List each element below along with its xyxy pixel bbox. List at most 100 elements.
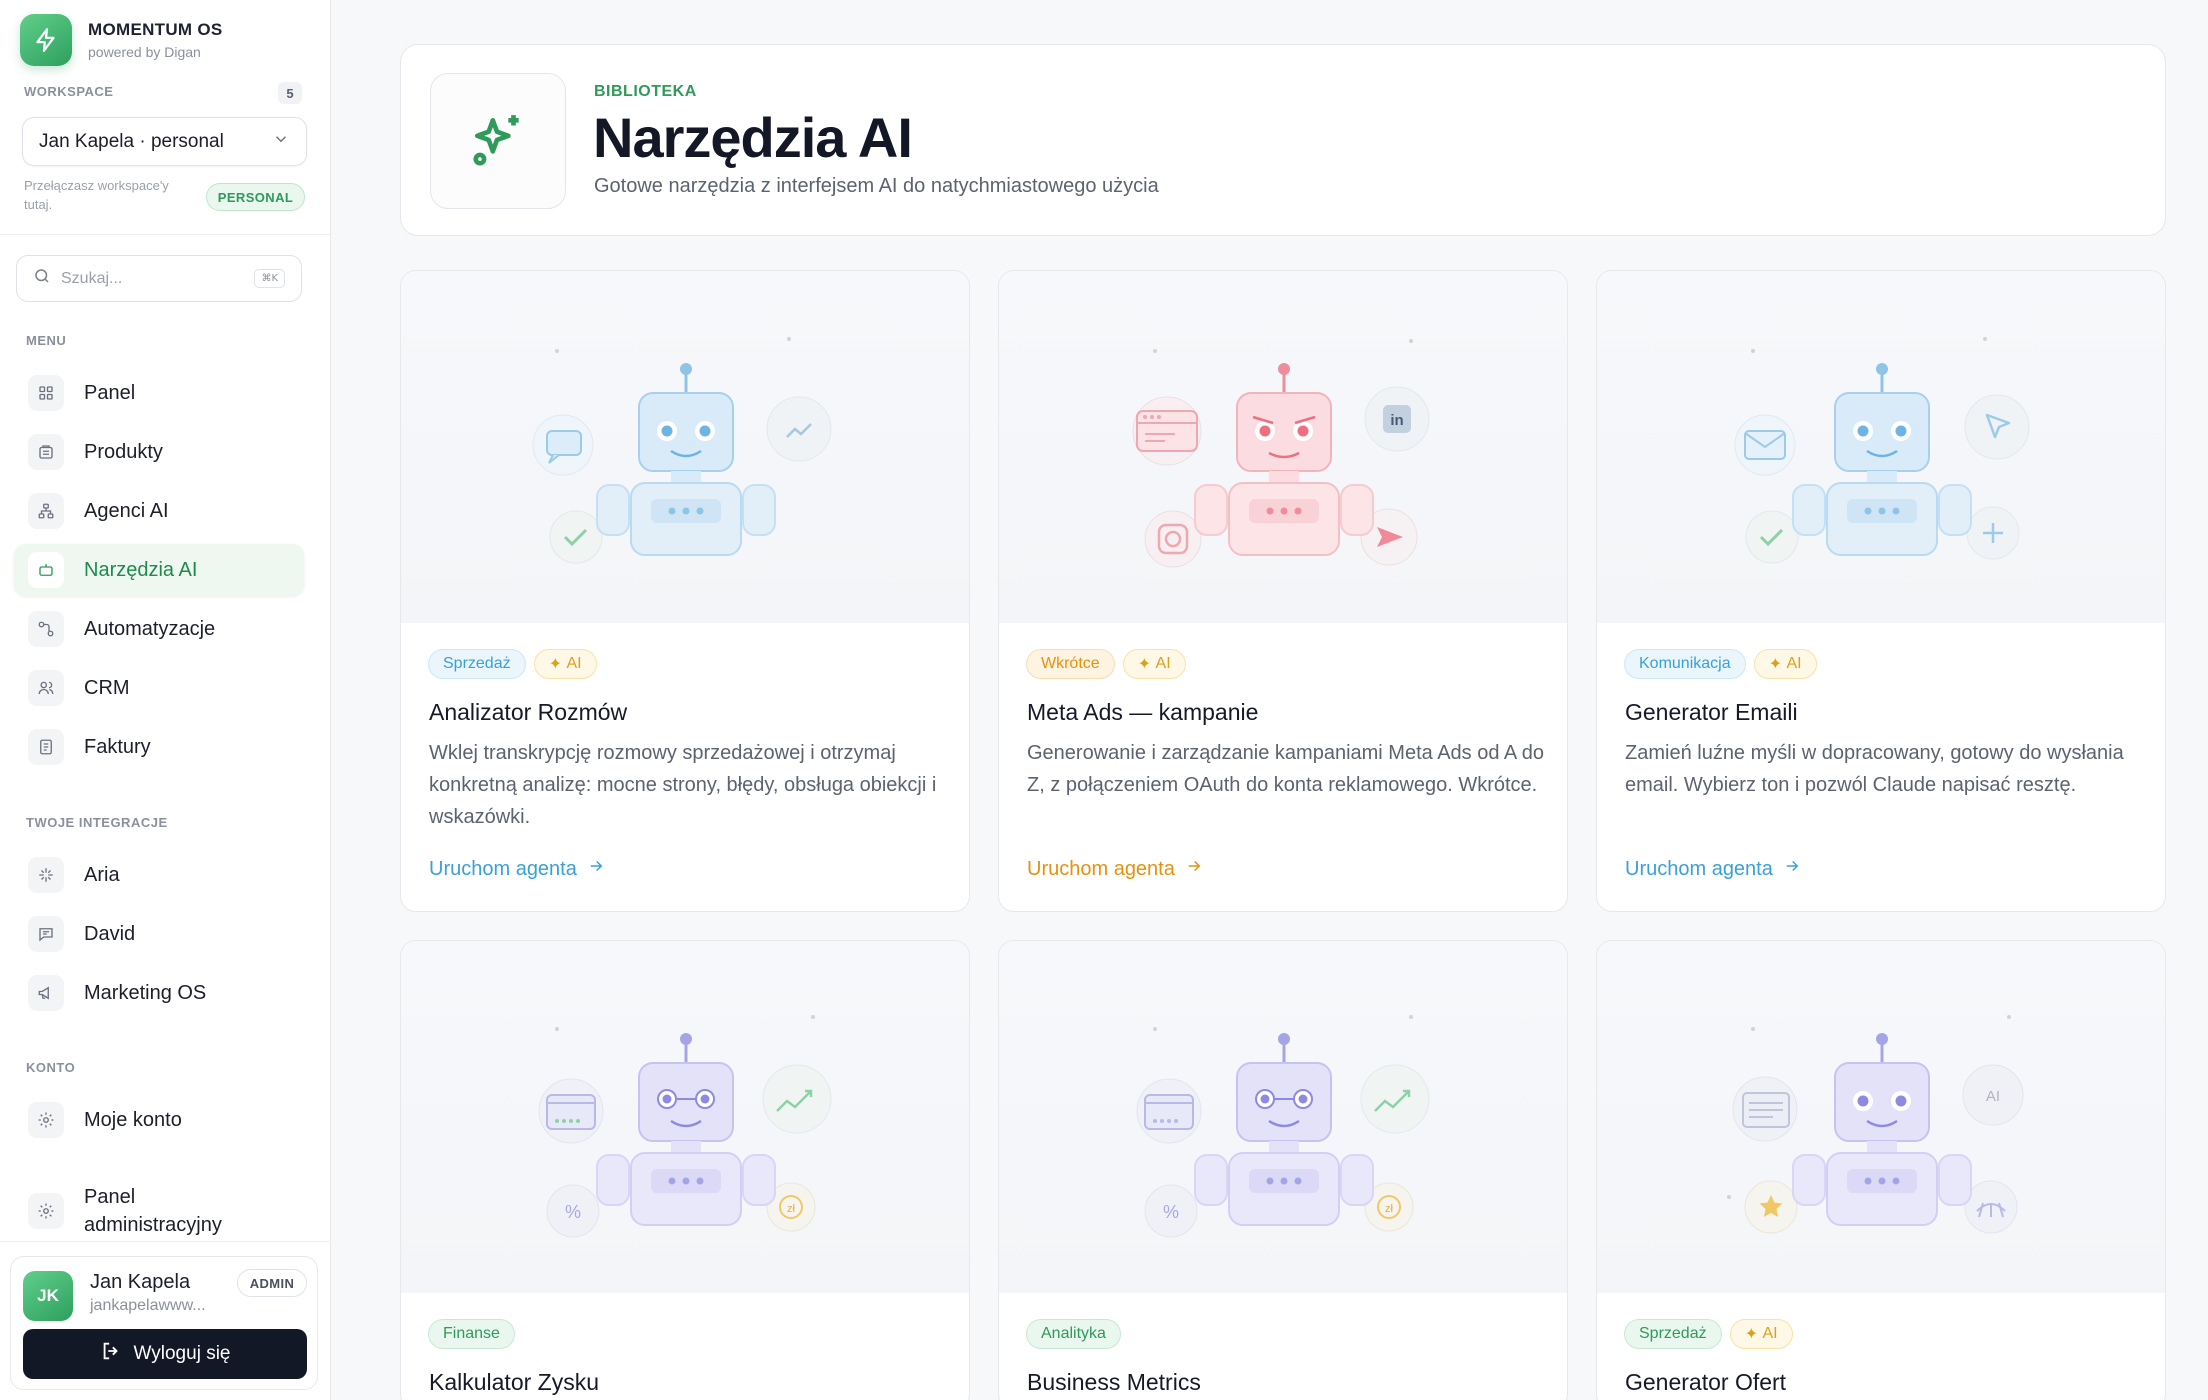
ai-tag: ✦ AI: [1729, 1319, 1793, 1349]
sidebar-item-panel-administracyjny[interactable]: Panel administracyjny: [14, 1178, 304, 1244]
grid-icon: [28, 375, 64, 411]
sidebar-item-label: Marketing OS: [84, 981, 207, 1004]
users-icon: [28, 670, 64, 706]
tool-card-analizator-rozmow[interactable]: Sprzedaż ✦ AI Analizator Rozmów Wklej tr…: [400, 270, 970, 912]
robot-illustration: % zł: [401, 941, 969, 1293]
gear-icon: [28, 1193, 64, 1229]
ai-tag-label: AI: [566, 655, 582, 672]
sidebar-item-david[interactable]: David: [14, 908, 304, 960]
launch-agent-link[interactable]: Uruchom agenta: [1625, 857, 1801, 881]
gear-icon: [28, 1102, 64, 1138]
logout-icon: [100, 1340, 122, 1368]
tool-card-meta-ads[interactable]: in Wkrótce ✦ AI Meta Ads — kampanie Gene…: [998, 270, 1568, 912]
card-title: Business Metrics: [1027, 1369, 1201, 1395]
page-title: Narzędzia AI: [593, 106, 913, 169]
sidebar-item-label: Produkty: [84, 440, 163, 463]
currency-label: zł: [787, 1203, 796, 1215]
ai-tag-label: AI: [1786, 655, 1802, 672]
category-tag: Sprzedaż: [1624, 1319, 1722, 1349]
percent-label: %: [565, 1202, 581, 1222]
card-title: Analizator Rozmów: [429, 699, 628, 725]
cta-label: Uruchom agenta: [429, 857, 577, 880]
sidebar-item-label: Narzędzia AI: [84, 558, 198, 581]
sidebar-item-automatyzacje[interactable]: Automatyzacje: [14, 603, 304, 655]
box-icon: [28, 434, 64, 470]
linkedin-label: in: [1390, 412, 1403, 429]
search-shortcut: ⌘K: [254, 269, 285, 288]
sidebar-item-produkty[interactable]: Produkty: [14, 426, 304, 478]
chat-icon: [28, 916, 64, 952]
workspace-label: WORKSPACE: [24, 84, 114, 99]
launch-agent-link[interactable]: Uruchom agenta: [1027, 857, 1203, 881]
sidebar-item-aria[interactable]: Aria: [14, 849, 304, 901]
invoice-icon: [28, 729, 64, 765]
sidebar-item-label: David: [84, 922, 136, 945]
chevron-down-icon: [272, 130, 290, 154]
user-name: Jan Kapela: [90, 1271, 191, 1293]
sparkle-icon: ✦: [1768, 656, 1783, 673]
bolt-icon: [20, 14, 72, 66]
ai-tag-label: AI: [1762, 1325, 1778, 1342]
bot-icon: [28, 552, 64, 588]
user-card: JK Jan Kapela jankapelawww... ADMIN Wylo…: [10, 1256, 318, 1390]
cta-label: Uruchom agenta: [1625, 857, 1773, 880]
ai-art-label: AI: [1986, 1088, 2000, 1105]
category-tag: Sprzedaż: [428, 649, 526, 679]
sidebar-item-crm[interactable]: CRM: [14, 662, 304, 714]
page-subtitle: Gotowe narzędzia z interfejsem AI do nat…: [594, 175, 1159, 197]
avatar[interactable]: JK: [23, 1271, 73, 1321]
card-description: Generowanie i zarządzanie kampaniami Met…: [1027, 742, 1544, 796]
tool-card-business-metrics[interactable]: % zł Analityka Business Metrics: [998, 940, 1568, 1400]
search-placeholder: Szukaj...: [61, 269, 123, 287]
cta-label: Uruchom agenta: [1027, 857, 1175, 880]
brand[interactable]: MOMENTUM OS powered by Digan: [20, 14, 223, 66]
arrow-right-icon: [587, 857, 605, 881]
sidebar-item-label: Automatyzacje: [84, 617, 216, 640]
workspace-count: 5: [278, 82, 302, 104]
ai-tag: ✦ AI: [533, 649, 597, 679]
logout-button[interactable]: Wyloguj się: [23, 1329, 307, 1379]
divider: [0, 1241, 331, 1242]
currency-label: zł: [1385, 1203, 1394, 1215]
robot-illustration: AI: [1597, 941, 2165, 1293]
page-eyebrow: BIBLIOTEKA: [594, 83, 697, 100]
robot-illustration: in: [999, 271, 1567, 623]
robot-illustration: [1597, 271, 2165, 623]
tool-card-kalkulator-zysku[interactable]: % zł Finanse Kalkulator Zysku: [400, 940, 970, 1400]
sidebar-item-label: Moje konto: [84, 1108, 182, 1131]
search-icon: [33, 267, 51, 290]
sidebar-item-label: Agenci AI: [84, 499, 169, 522]
launch-agent-link[interactable]: Uruchom agenta: [429, 857, 605, 881]
sidebar-item-faktury[interactable]: Faktury: [14, 721, 304, 773]
brand-name: MOMENTUM OS: [88, 20, 223, 39]
ai-tag: ✦ AI: [1122, 649, 1186, 679]
sidebar-item-moje-konto[interactable]: Moje konto: [14, 1094, 304, 1146]
menu-section-label: MENU: [26, 333, 67, 348]
tool-card-generator-emaili[interactable]: Komunikacja ✦ AI Generator Emaili Zamień…: [1596, 270, 2166, 912]
workflow-icon: [28, 611, 64, 647]
user-email: jankapelawww...: [90, 1297, 206, 1314]
card-title: Generator Ofert: [1625, 1369, 1787, 1395]
sidebar-item-narzedzia-ai[interactable]: Narzędzia AI: [14, 544, 304, 596]
sidebar-item-marketing-os[interactable]: Marketing OS: [14, 967, 304, 1019]
category-tag: Finanse: [428, 1319, 515, 1349]
sparkles-icon: [430, 73, 566, 209]
arrow-right-icon: [1783, 857, 1801, 881]
sidebar-item-panel[interactable]: Panel: [14, 367, 304, 419]
arrow-right-icon: [1185, 857, 1203, 881]
tool-card-generator-ofert[interactable]: AI Sprzedaż ✦ AI Generator Ofert: [1596, 940, 2166, 1400]
sparkle-icon: ✦: [1744, 1326, 1758, 1343]
card-description: Zamień luźne myśli w dopracowany, gotowy…: [1625, 742, 2124, 796]
category-tag: Komunikacja: [1624, 649, 1746, 679]
ai-tag: ✦ AI: [1753, 649, 1817, 679]
workspace-select[interactable]: Jan Kapela · personal: [22, 117, 307, 166]
sparkle-icon: ✦: [1137, 656, 1152, 673]
search-input[interactable]: Szukaj... ⌘K: [16, 255, 302, 302]
account-section-label: KONTO: [26, 1060, 76, 1075]
megaphone-icon: [28, 975, 64, 1011]
sidebar-item-label: Faktury: [84, 735, 151, 758]
sidebar-item-agenci-ai[interactable]: Agenci AI: [14, 485, 304, 537]
sidebar-item-label: Panel administracyjny: [84, 1186, 222, 1236]
sidebar: MOMENTUM OS powered by Digan WORKSPACE 5…: [0, 0, 331, 1400]
robot-illustration: [401, 271, 969, 623]
